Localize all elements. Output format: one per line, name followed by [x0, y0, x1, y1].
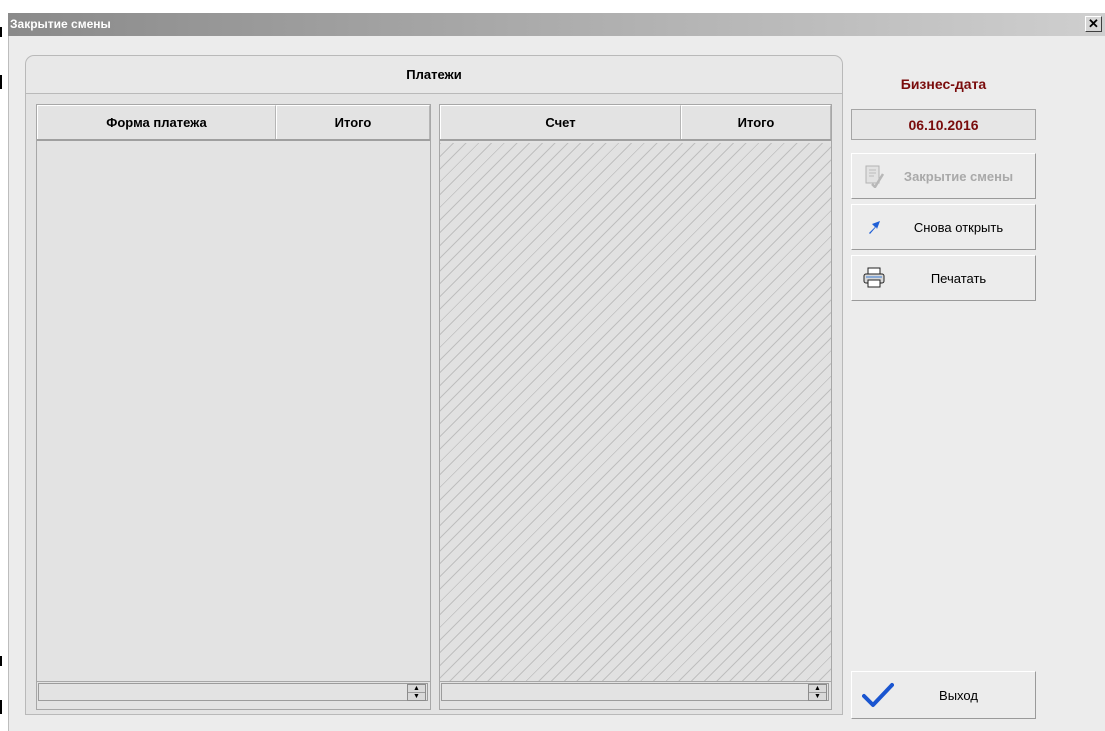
business-date-label: Бизнес-дата — [900, 76, 987, 92]
desktop-edge-mark — [0, 700, 2, 714]
grid-body-disabled — [440, 143, 831, 681]
spinner-down-icon[interactable]: ▼ — [408, 693, 425, 701]
accounts-grid: Счет Итого ▲ ▼ — [439, 104, 832, 710]
grid-summary-bar — [38, 683, 428, 701]
column-header-total[interactable]: Итого — [681, 105, 831, 139]
close-shift-window: Закрытие смены ✕ Платежи Форма платежа И… — [8, 13, 1105, 731]
grid-header: Форма платежа Итого — [37, 105, 430, 141]
business-date-value: 06.10.2016 — [851, 109, 1036, 140]
column-header-label: Форма платежа — [106, 115, 207, 130]
edit-document-icon — [862, 164, 886, 188]
spinner-down-icon[interactable]: ▼ — [809, 693, 826, 701]
window-client-area: Платежи Форма платежа Итого ▲ ▼ Счет Ито… — [8, 36, 1105, 731]
spinner-up-icon[interactable]: ▲ — [809, 685, 826, 693]
arrow-up-right-icon — [862, 215, 886, 239]
column-header-total[interactable]: Итого — [276, 105, 430, 139]
payment-forms-grid: Форма платежа Итого ▲ ▼ — [36, 104, 431, 710]
exit-button[interactable]: Выход — [851, 671, 1036, 719]
column-header-label: Итого — [737, 115, 775, 130]
desktop-edge-mark — [0, 27, 2, 37]
reopen-button[interactable]: Снова открыть — [851, 204, 1036, 250]
column-header-account[interactable]: Счет — [440, 105, 681, 139]
close-shift-button[interactable]: Закрытие смены — [851, 153, 1036, 199]
desktop-edge-mark — [0, 75, 2, 89]
print-button[interactable]: Печатать — [851, 255, 1036, 301]
grid-spinner[interactable]: ▲ ▼ — [808, 684, 827, 701]
title-bar[interactable]: Закрытие смены ✕ — [8, 13, 1105, 36]
column-header-label: Итого — [334, 115, 372, 130]
grid-spinner[interactable]: ▲ ▼ — [407, 684, 426, 701]
tab-payments[interactable]: Платежи — [25, 55, 843, 93]
tab-payments-label: Платежи — [406, 67, 462, 82]
desktop-edge-mark — [0, 656, 2, 666]
grid-header: Счет Итого — [440, 105, 831, 141]
column-header-label: Счет — [545, 115, 576, 130]
spinner-up-icon[interactable]: ▲ — [408, 685, 425, 693]
payments-panel: Форма платежа Итого ▲ ▼ Счет Итого ▲ ▼ — [25, 93, 843, 715]
close-icon: ✕ — [1088, 16, 1099, 31]
grid-footer: ▲ ▼ — [440, 681, 831, 709]
grid-body[interactable] — [37, 143, 430, 681]
printer-icon — [862, 266, 886, 290]
grid-footer: ▲ ▼ — [37, 681, 430, 709]
window-close-button[interactable]: ✕ — [1085, 16, 1102, 32]
grid-summary-bar — [441, 683, 829, 701]
checkmark-icon — [862, 683, 894, 707]
column-header-payment-form[interactable]: Форма платежа — [37, 105, 276, 139]
window-title: Закрытие смены — [10, 17, 111, 31]
